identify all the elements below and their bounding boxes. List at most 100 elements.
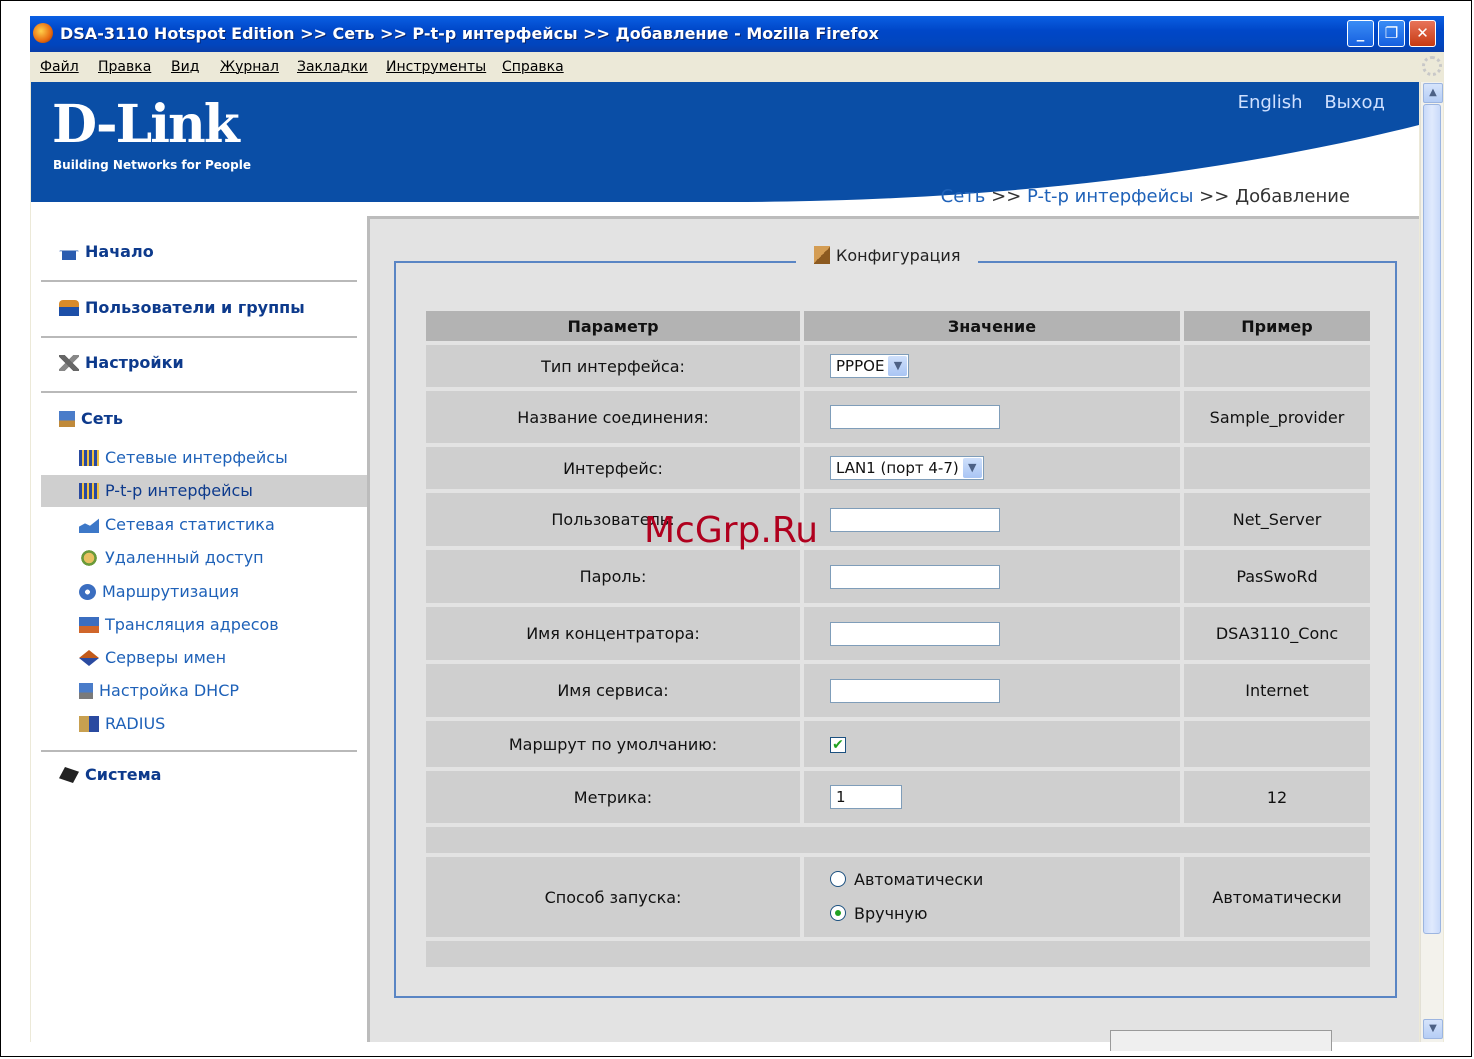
start-mode-auto-option[interactable]: Автоматически bbox=[830, 863, 1180, 897]
sidebar-item-network-stats[interactable]: Сетевая статистика bbox=[41, 509, 367, 541]
sidebar-divider bbox=[41, 336, 357, 338]
sidebar-divider bbox=[41, 750, 357, 752]
breadcrumb-ptp[interactable]: P-t-p интерфейсы bbox=[1027, 186, 1193, 207]
page-viewport: D-Link Building Networks for People Engl… bbox=[31, 82, 1419, 1042]
menu-bookmarks[interactable]: Закладки bbox=[297, 59, 368, 75]
sidebar-item-network-interfaces[interactable]: Сетевые интерфейсы bbox=[41, 442, 367, 474]
sidebar-item-remote-access[interactable]: Удаленный доступ bbox=[41, 542, 367, 574]
sidebar-item-dhcp[interactable]: Настройка DHCP bbox=[41, 675, 367, 707]
menu-view[interactable]: Вид bbox=[171, 59, 199, 75]
sidebar-item-label: Сетевые интерфейсы bbox=[105, 448, 288, 467]
sidebar-section-label: Пользователи и группы bbox=[85, 298, 305, 317]
dlink-logo[interactable]: D-Link bbox=[52, 94, 240, 155]
dns-icon bbox=[79, 650, 99, 666]
breadcrumb: Сеть >> P-t-p интерфейсы >> Добавление bbox=[941, 186, 1350, 207]
table-row: Пользователь: Net_Server bbox=[426, 493, 1370, 546]
watermark: McGrp.Ru bbox=[644, 510, 819, 551]
example-cell: Sample_provider bbox=[1184, 391, 1370, 443]
example-cell: Internet bbox=[1184, 664, 1370, 717]
sidebar-section-network[interactable]: Сеть bbox=[59, 409, 123, 428]
users-icon bbox=[59, 300, 79, 316]
start-mode-manual-option[interactable]: Вручную bbox=[830, 897, 1180, 931]
col-header-param: Параметр bbox=[426, 311, 800, 341]
sidebar-item-label: Трансляция адресов bbox=[105, 615, 279, 634]
menu-history[interactable]: Журнал bbox=[220, 59, 279, 75]
example-cell: PasSwoRd bbox=[1184, 550, 1370, 603]
english-link[interactable]: English bbox=[1238, 92, 1303, 113]
system-icon bbox=[59, 767, 79, 783]
menu-edit[interactable]: Правка bbox=[98, 59, 151, 75]
home-icon bbox=[59, 244, 79, 260]
value-cell bbox=[804, 493, 1180, 546]
example-cell bbox=[1184, 447, 1370, 489]
sidebar-item-radius[interactable]: RADIUS bbox=[41, 708, 367, 740]
start-mode-manual-label: Вручную bbox=[854, 904, 928, 923]
metric-input[interactable]: 1 bbox=[830, 785, 902, 809]
breadcrumb-network[interactable]: Сеть bbox=[941, 186, 986, 207]
value-cell bbox=[804, 391, 1180, 443]
partially-visible-button[interactable] bbox=[1110, 1030, 1332, 1051]
table-row: Название соединения: Sample_provider bbox=[426, 391, 1370, 443]
network-card-icon bbox=[79, 450, 99, 466]
menu-tools[interactable]: Инструменты bbox=[386, 59, 486, 75]
dhcp-icon bbox=[79, 683, 93, 699]
value-cell: ✔ bbox=[804, 721, 1180, 767]
value-cell: LAN1 (порт 4-7) ▼ bbox=[804, 447, 1180, 489]
breadcrumb-sep: >> bbox=[1199, 186, 1230, 207]
scroll-down-button[interactable]: ▼ bbox=[1423, 1019, 1443, 1039]
sidebar-section-settings[interactable]: Настройки bbox=[59, 353, 184, 372]
sidebar-section-label: Начало bbox=[85, 242, 154, 261]
sidebar-item-nat[interactable]: Трансляция адресов bbox=[41, 609, 367, 641]
default-route-checkbox[interactable]: ✔ bbox=[830, 737, 846, 753]
sidebar-item-label: Удаленный доступ bbox=[105, 548, 264, 567]
remote-access-icon bbox=[79, 550, 99, 566]
sidebar-item-routing[interactable]: Маршрутизация bbox=[41, 576, 367, 608]
menu-file[interactable]: Файл bbox=[40, 59, 79, 75]
username-input[interactable] bbox=[830, 507, 1000, 532]
table-row: Интерфейс: LAN1 (порт 4-7) ▼ bbox=[426, 447, 1370, 489]
logo-tagline: Building Networks for People bbox=[53, 158, 251, 172]
sidebar-item-label: Серверы имен bbox=[105, 648, 227, 667]
param-label: Способ запуска: bbox=[426, 857, 800, 937]
sidebar-section-label: Настройки bbox=[85, 353, 184, 372]
interface-type-select[interactable]: PPPOE ▼ bbox=[830, 354, 910, 378]
sidebar-item-label: P-t-p интерфейсы bbox=[105, 481, 253, 500]
sidebar-item-ptp-interfaces[interactable]: P-t-p интерфейсы bbox=[41, 475, 367, 507]
service-name-input[interactable] bbox=[830, 678, 1000, 703]
table-row: Пароль: PasSwoRd bbox=[426, 550, 1370, 603]
menu-help[interactable]: Справка bbox=[502, 59, 564, 75]
nat-icon bbox=[79, 617, 99, 633]
start-mode-manual-radio[interactable] bbox=[830, 905, 846, 921]
restore-button[interactable]: ❐ bbox=[1378, 20, 1405, 47]
logout-link[interactable]: Выход bbox=[1324, 92, 1385, 113]
vertical-scrollbar[interactable]: ▲ ▼ bbox=[1420, 82, 1443, 1042]
param-label: Имя концентратора: bbox=[426, 607, 800, 660]
concentrator-name-input[interactable] bbox=[830, 621, 1000, 646]
example-cell bbox=[1184, 721, 1370, 767]
interface-select[interactable]: LAN1 (порт 4-7) ▼ bbox=[830, 456, 984, 480]
sidebar-section-system[interactable]: Система bbox=[59, 765, 161, 784]
sidebar-item-dns[interactable]: Серверы имен bbox=[41, 642, 367, 674]
sidebar-section-home[interactable]: Начало bbox=[59, 242, 154, 261]
sidebar-section-label: Сеть bbox=[81, 409, 123, 428]
config-legend: Конфигурация bbox=[796, 246, 979, 265]
sidebar-item-label: RADIUS bbox=[105, 714, 166, 733]
connection-name-input[interactable] bbox=[830, 405, 1000, 429]
table-row: Имя сервиса: Internet bbox=[426, 664, 1370, 717]
config-legend-label: Конфигурация bbox=[836, 246, 961, 265]
tools-icon bbox=[59, 355, 79, 371]
table-row: Имя концентратора: DSA3110_Conc bbox=[426, 607, 1370, 660]
param-label: Маршрут по умолчанию: bbox=[426, 721, 800, 767]
window-title: DSA-3110 Hotspot Edition >> Сеть >> P-t-… bbox=[60, 24, 879, 43]
sidebar-divider bbox=[41, 391, 357, 393]
interface-type-value: PPPOE bbox=[836, 357, 885, 375]
password-input[interactable] bbox=[830, 564, 1000, 589]
start-mode-auto-radio[interactable] bbox=[830, 871, 846, 887]
chevron-down-icon: ▼ bbox=[962, 458, 982, 478]
minimize-button[interactable]: _ bbox=[1347, 20, 1374, 47]
sidebar-section-users[interactable]: Пользователи и группы bbox=[59, 298, 305, 317]
scroll-up-button[interactable]: ▲ bbox=[1423, 83, 1443, 103]
chart-icon bbox=[79, 518, 99, 533]
scroll-thumb[interactable] bbox=[1423, 104, 1441, 934]
close-button[interactable]: ✕ bbox=[1409, 20, 1436, 47]
